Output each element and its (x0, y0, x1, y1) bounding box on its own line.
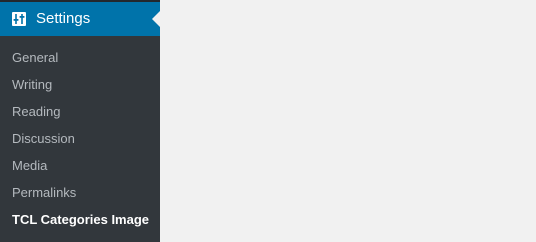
submenu-item-permalinks[interactable]: Permalinks (0, 179, 160, 206)
settings-submenu: General Writing Reading Discussion Media… (0, 36, 160, 242)
submenu-item-writing[interactable]: Writing (0, 71, 160, 98)
settings-menu-item[interactable]: Settings (0, 2, 160, 36)
submenu-item-general[interactable]: General (0, 44, 160, 71)
submenu-item-tcl-categories-image[interactable]: TCL Categories Image (0, 206, 160, 233)
admin-sidebar: Settings General Writing Reading Discuss… (0, 0, 160, 242)
submenu-item-media[interactable]: Media (0, 152, 160, 179)
admin-page: Settings General Writing Reading Discuss… (0, 0, 536, 242)
submenu-item-discussion[interactable]: Discussion (0, 125, 160, 152)
current-menu-pointer (152, 11, 160, 27)
settings-menu-label: Settings (36, 10, 91, 27)
submenu-item-reading[interactable]: Reading (0, 98, 160, 125)
settings-sliders-icon (12, 12, 26, 26)
